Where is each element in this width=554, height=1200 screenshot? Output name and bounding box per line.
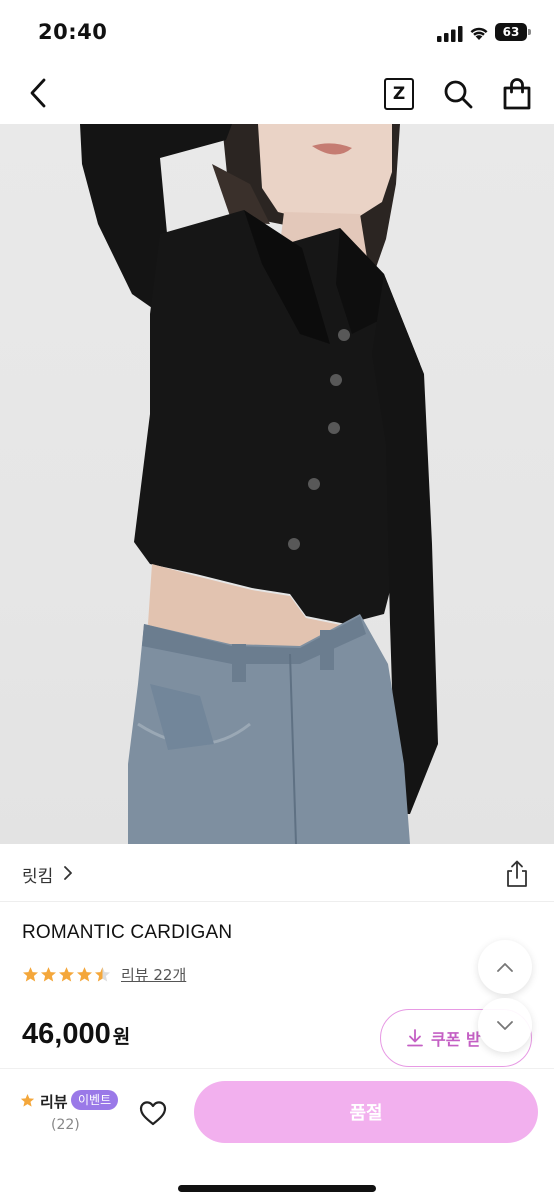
battery-tip	[528, 29, 531, 35]
top-nav-bar: Z	[0, 64, 554, 124]
product-photo[interactable]	[0, 124, 554, 844]
shopping-bag-icon[interactable]	[500, 77, 534, 111]
brand-row: 릿킴	[0, 844, 554, 902]
bottom-action-bar: 리뷰 이벤트 (22) 품절	[0, 1068, 554, 1200]
home-indicator	[178, 1185, 376, 1192]
battery-level: 63	[495, 23, 527, 41]
status-bar: 20:40 63	[0, 0, 554, 64]
star-icon	[76, 966, 93, 981]
coupon-label: 쿠폰 받	[431, 1030, 481, 1049]
review-label: 리뷰	[40, 1093, 68, 1111]
star-icon	[58, 966, 75, 981]
product-title: ROMANTIC CARDIGAN	[22, 922, 233, 943]
chevron-right-icon	[64, 866, 72, 880]
zigzag-z-button[interactable]: Z	[384, 78, 414, 110]
chevron-up-icon	[497, 962, 513, 972]
star-icon	[20, 1093, 35, 1107]
z-logo-label: Z	[392, 84, 406, 104]
scroll-up-button[interactable]	[478, 940, 532, 994]
search-icon[interactable]	[442, 78, 474, 110]
chevron-down-icon	[497, 1020, 513, 1030]
event-badge: 이벤트	[71, 1090, 119, 1110]
soldout-button[interactable]: 품절	[194, 1081, 538, 1143]
download-icon	[407, 1029, 423, 1047]
brand-name-link[interactable]: 릿킴	[22, 862, 53, 887]
wifi-icon	[470, 27, 488, 40]
back-button[interactable]	[22, 76, 54, 110]
share-icon[interactable]	[504, 860, 530, 888]
scroll-down-button[interactable]	[478, 998, 532, 1052]
price-row: 46,000 원	[22, 1018, 130, 1051]
star-icon	[94, 966, 111, 981]
review-event-button[interactable]: 리뷰 이벤트 (22)	[18, 1089, 128, 1139]
battery-icon: 63	[495, 23, 531, 41]
status-time: 20:40	[38, 20, 108, 44]
signal-icon	[437, 26, 463, 42]
star-rating	[22, 966, 111, 983]
review-count-link[interactable]: 리뷰 22개	[121, 964, 186, 985]
heart-icon[interactable]	[138, 1099, 168, 1127]
product-photo-illustration	[80, 124, 438, 844]
price-value: 46,000	[22, 1018, 111, 1050]
review-count: (22)	[51, 1117, 80, 1133]
price-unit: 원	[112, 1026, 131, 1048]
rating-row: 리뷰 22개	[22, 962, 186, 986]
chevron-left-icon	[30, 78, 46, 108]
star-icon	[22, 966, 39, 981]
star-icon	[40, 966, 57, 981]
